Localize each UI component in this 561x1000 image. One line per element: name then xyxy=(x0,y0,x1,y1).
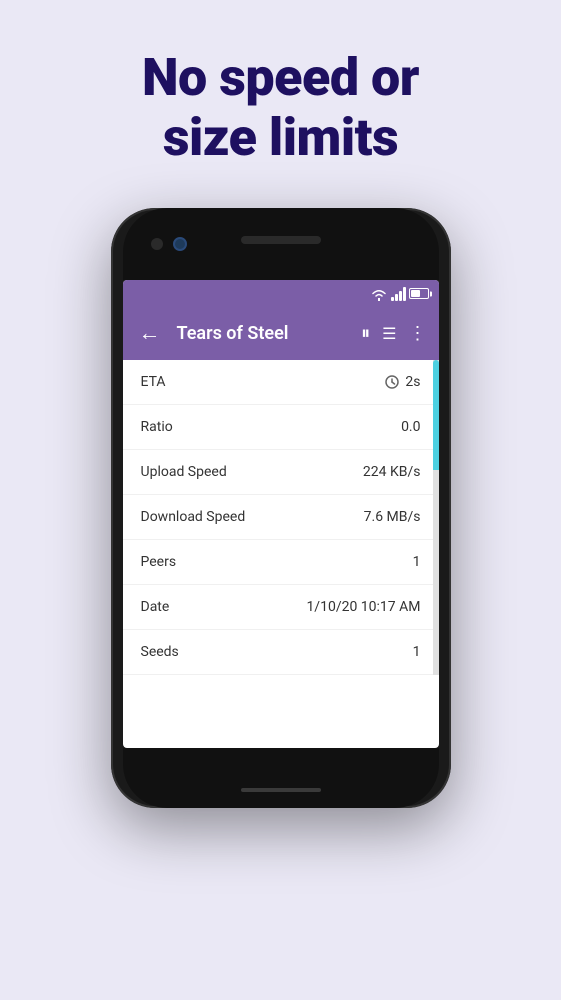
home-indicator xyxy=(241,788,321,792)
eta-value: 2s xyxy=(405,374,420,390)
info-rows-container: ETA 2s Ratio 0.0 Upload Speed 224 KB/s Downlo… xyxy=(123,360,439,675)
row-label: Download Speed xyxy=(141,509,246,525)
row-value: 1 xyxy=(413,554,421,570)
row-label: Upload Speed xyxy=(141,464,227,480)
clock-icon xyxy=(385,375,399,389)
status-bar xyxy=(123,280,439,308)
table-row: Seeds 1 xyxy=(123,630,439,675)
app-actions: ⏸ ☰ ⋮ xyxy=(361,323,426,344)
content-area: ETA 2s Ratio 0.0 Upload Speed 224 KB/s Downlo… xyxy=(123,360,439,675)
row-value: 224 KB/s xyxy=(363,464,421,480)
row-value: 1/10/20 10:17 AM xyxy=(306,599,420,615)
table-row: Download Speed 7.6 MB/s xyxy=(123,495,439,540)
battery-icon xyxy=(409,288,429,299)
signal-icon xyxy=(391,287,406,301)
phone-bottom-bezel xyxy=(123,748,439,808)
more-button[interactable]: ⋮ xyxy=(409,323,427,344)
table-row: Ratio 0.0 xyxy=(123,405,439,450)
phone-mockup: ← Tears of Steel ⏸ ☰ ⋮ ETA 2s Ratio 0.0 Upl… xyxy=(111,208,451,808)
camera-dot-main xyxy=(173,237,187,251)
scroll-bar[interactable] xyxy=(433,360,439,675)
headline-section: No speed or size limits xyxy=(102,48,459,168)
phone-top-bezel xyxy=(123,208,439,280)
status-icons xyxy=(370,287,429,301)
row-value: 1 xyxy=(413,644,421,660)
scroll-fill xyxy=(433,360,439,470)
wifi-icon xyxy=(370,287,388,301)
row-value: 0.0 xyxy=(401,419,420,435)
row-label: Seeds xyxy=(141,644,179,660)
table-row: ETA 2s xyxy=(123,360,439,405)
table-row: Date 1/10/20 10:17 AM xyxy=(123,585,439,630)
row-value: 7.6 MB/s xyxy=(364,509,421,525)
speaker-grille xyxy=(241,236,321,244)
table-row: Peers 1 xyxy=(123,540,439,585)
battery-fill xyxy=(411,290,421,297)
back-button[interactable]: ← xyxy=(135,319,165,349)
row-label: Ratio xyxy=(141,419,173,435)
table-row: Upload Speed 224 KB/s xyxy=(123,450,439,495)
phone-body: ← Tears of Steel ⏸ ☰ ⋮ ETA 2s Ratio 0.0 Upl… xyxy=(111,208,451,808)
phone-screen: ← Tears of Steel ⏸ ☰ ⋮ ETA 2s Ratio 0.0 Upl… xyxy=(123,280,439,748)
headline-text: No speed or size limits xyxy=(142,48,419,168)
camera-area xyxy=(151,237,187,251)
list-button[interactable]: ☰ xyxy=(382,324,396,343)
app-title: Tears of Steel xyxy=(177,323,350,344)
app-bar: ← Tears of Steel ⏸ ☰ ⋮ xyxy=(123,308,439,360)
row-label: Peers xyxy=(141,554,177,570)
camera-dot-small xyxy=(151,238,163,250)
row-value: 2s xyxy=(385,374,420,390)
row-label: ETA xyxy=(141,374,166,390)
pause-button[interactable]: ⏸ xyxy=(361,323,370,344)
row-label: Date xyxy=(141,599,170,615)
